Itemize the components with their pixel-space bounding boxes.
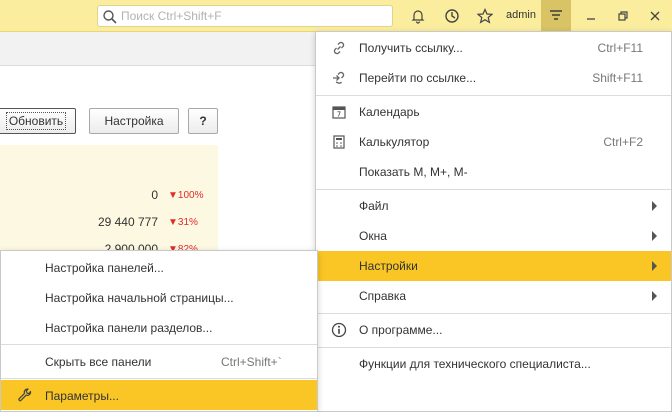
- submenu-separator: [1, 344, 317, 345]
- submenu-arrow-icon: [652, 231, 657, 241]
- main-menu-icon: [548, 7, 564, 26]
- settings-submenu: Настройка панелей... Настройка начальной…: [0, 250, 318, 412]
- submenu-item-label: Настройка панелей...: [45, 261, 164, 275]
- menu-item-windows[interactable]: Окна: [316, 221, 671, 251]
- link-icon: [331, 40, 347, 56]
- menu-item-shortcut: Shift+F11: [592, 71, 643, 85]
- menu-item-label: О программе...: [359, 323, 443, 337]
- top-bar: Поиск Ctrl+Shift+F admin: [0, 0, 672, 32]
- menu-item-goto-link[interactable]: Перейти по ссылке... Shift+F11: [316, 63, 671, 93]
- main-menu: Получить ссылку... Ctrl+F11 Перейти по с…: [315, 31, 672, 412]
- submenu-item-label: Параметры...: [45, 389, 119, 403]
- close-icon[interactable]: [644, 5, 666, 27]
- svg-text:7: 7: [337, 111, 341, 119]
- main-menu-button[interactable]: [541, 0, 571, 32]
- minimize-icon[interactable]: [580, 5, 602, 27]
- submenu-arrow-icon: [652, 261, 657, 271]
- menu-item-label: Получить ссылку...: [359, 41, 463, 55]
- menu-item-label: Настройки: [359, 259, 418, 273]
- wrench-icon: [17, 387, 33, 403]
- help-button-label: ?: [199, 114, 207, 128]
- submenu-item-label: Настройка начальной страницы...: [45, 291, 234, 305]
- menu-item-label: Перейти по ссылке...: [359, 71, 477, 85]
- indicator-value: 29 440 777: [97, 215, 158, 229]
- submenu-item-sections-panel[interactable]: Настройка панели разделов...: [1, 312, 317, 342]
- submenu-item-hide-panels[interactable]: Скрыть все панели Ctrl+Shift+`: [1, 346, 317, 376]
- search-input[interactable]: Поиск Ctrl+Shift+F: [97, 5, 393, 27]
- submenu-separator: [1, 378, 317, 379]
- calculator-icon: [331, 134, 347, 150]
- refresh-button-label: Обновить: [5, 112, 67, 130]
- menu-item-calculator[interactable]: Калькулятор Ctrl+F2: [316, 127, 671, 157]
- search-placeholder: Поиск Ctrl+Shift+F: [121, 9, 222, 23]
- bell-icon[interactable]: [407, 5, 429, 27]
- indicator-change: ▼100%: [168, 190, 204, 201]
- submenu-item-shortcut: Ctrl+Shift+`: [221, 355, 282, 369]
- menu-item-label: Справка: [359, 289, 407, 303]
- menu-item-label: Окна: [359, 229, 387, 243]
- refresh-button[interactable]: Обновить: [0, 108, 76, 134]
- menu-separator: [316, 347, 671, 348]
- menu-item-label: Показать M, M+, M-: [359, 165, 468, 179]
- settings-button[interactable]: Настройка: [89, 108, 179, 134]
- search-icon: [102, 9, 118, 25]
- goto-link-icon: [331, 70, 347, 86]
- menu-item-settings[interactable]: Настройки: [316, 251, 671, 281]
- menu-item-calendar[interactable]: 7 Календарь: [316, 97, 671, 127]
- menu-item-label: Функции для технического специалиста...: [359, 357, 591, 371]
- help-button[interactable]: ?: [188, 108, 218, 134]
- calendar-icon: 7: [331, 104, 347, 120]
- menu-item-file[interactable]: Файл: [316, 191, 671, 221]
- menu-item-about[interactable]: О программе...: [316, 315, 671, 345]
- indicator-value: 0: [151, 188, 158, 202]
- menu-item-show-m[interactable]: Показать M, M+, M-: [316, 157, 671, 187]
- menu-separator: [316, 95, 671, 96]
- menu-item-shortcut: Ctrl+F2: [603, 135, 643, 149]
- indicator-change: ▼31%: [168, 217, 198, 228]
- submenu-item-label: Скрыть все панели: [45, 355, 152, 369]
- submenu-item-panels[interactable]: Настройка панелей...: [1, 252, 317, 282]
- submenu-item-start-page[interactable]: Настройка начальной страницы...: [1, 282, 317, 312]
- menu-separator: [316, 189, 671, 190]
- submenu-item-label: Настройка панели разделов...: [45, 321, 213, 335]
- menu-item-help[interactable]: Справка: [316, 281, 671, 311]
- submenu-arrow-icon: [652, 201, 657, 211]
- menu-item-shortcut: Ctrl+F11: [597, 41, 643, 55]
- submenu-arrow-icon: [652, 291, 657, 301]
- star-icon[interactable]: [474, 5, 496, 27]
- menu-item-label: Калькулятор: [359, 135, 430, 149]
- user-name[interactable]: admin: [506, 9, 536, 21]
- history-icon[interactable]: [441, 5, 463, 27]
- form-header: [0, 32, 320, 66]
- settings-button-label: Настройка: [104, 114, 164, 128]
- menu-item-label: Файл: [359, 199, 389, 213]
- menu-item-get-link[interactable]: Получить ссылку... Ctrl+F11: [316, 33, 671, 63]
- restore-icon[interactable]: [612, 5, 634, 27]
- menu-item-label: Календарь: [359, 105, 420, 119]
- menu-separator: [316, 313, 671, 314]
- menu-item-tech[interactable]: Функции для технического специалиста...: [316, 349, 671, 379]
- submenu-item-params[interactable]: Параметры...: [1, 380, 317, 410]
- info-icon: [331, 322, 347, 338]
